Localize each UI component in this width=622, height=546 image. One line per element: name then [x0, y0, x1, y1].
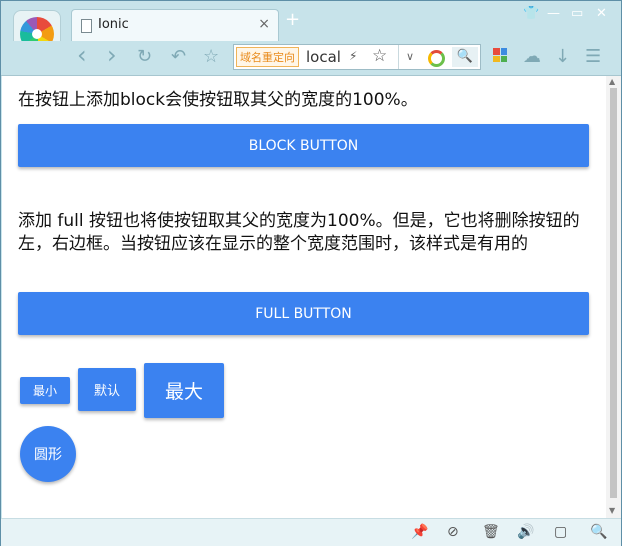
cloud-icon[interactable]: ☁ — [523, 46, 541, 67]
scroll-up-icon[interactable]: ▲ — [609, 77, 615, 86]
trash-icon[interactable]: 🗑 — [482, 524, 500, 540]
default-button[interactable]: 默认 — [78, 368, 136, 411]
round-button[interactable]: 圆形 — [20, 426, 76, 482]
menu-icon[interactable]: ☰ — [585, 46, 601, 67]
skin-icon[interactable]: 👕 — [523, 6, 539, 21]
window-icon[interactable]: ▢ — [554, 524, 567, 540]
small-button[interactable]: 最小 — [20, 377, 70, 404]
reload-icon[interactable]: ↻ — [137, 46, 152, 67]
block-icon[interactable]: ⊘ — [447, 524, 459, 540]
title-bar: Ionic × + 👕 — ▭ ✕ — [1, 1, 621, 58]
undo-icon[interactable]: ↶ — [171, 46, 186, 67]
redirect-badge[interactable]: 域名重定向 — [236, 47, 299, 67]
minimize-button[interactable]: — — [547, 6, 560, 21]
address-dropdown-icon[interactable]: ∨ — [398, 45, 421, 69]
page-icon — [81, 19, 92, 33]
block-button[interactable]: BLOCK BUTTON — [18, 124, 589, 167]
vertical-scrollbar[interactable]: ▲ ▼ — [606, 76, 621, 518]
zoom-icon[interactable]: 🔍 — [590, 524, 607, 540]
page-content: 在按钮上添加block会使按钮取其父的宽度的100%。 BLOCK BUTTON… — [2, 76, 606, 518]
browser-window: Ionic × + 👕 — ▭ ✕ ‹ › ↻ ↶ ☆ 域名重定向 local … — [0, 0, 622, 546]
browser-toolbar: ‹ › ↻ ↶ ☆ 域名重定向 local ⚡ ☆ ∨ 🔍 ☁ ↓ ☰ — [1, 41, 621, 76]
bookmark-star-icon[interactable]: ☆ — [372, 46, 387, 66]
back-icon[interactable]: ‹ — [77, 41, 87, 69]
new-tab-button[interactable]: + — [285, 11, 300, 29]
scroll-down-icon[interactable]: ▼ — [609, 506, 615, 515]
search-engine-icon[interactable] — [428, 50, 445, 67]
scroll-thumb[interactable] — [610, 88, 617, 498]
pin-icon[interactable]: 📌 — [411, 524, 428, 540]
full-button[interactable]: FULL BUTTON — [18, 292, 589, 335]
bolt-icon[interactable]: ⚡ — [349, 49, 357, 63]
address-bar[interactable]: 域名重定向 local ⚡ ☆ ∨ 🔍 — [233, 44, 481, 70]
large-button[interactable]: 最大 — [144, 363, 224, 418]
block-description: 在按钮上添加block会使按钮取其父的宽度的100%。 — [18, 90, 418, 110]
address-text[interactable]: local — [306, 48, 341, 66]
tab-ionic[interactable]: Ionic × — [71, 9, 279, 41]
sound-icon[interactable]: 🔊 — [517, 524, 534, 540]
home-star-icon[interactable]: ☆ — [203, 46, 219, 67]
tab-title: Ionic — [98, 17, 129, 32]
full-description: 添加 full 按钮也将使按钮取其父的宽度为100%。但是，它也将删除按钮的左，… — [18, 211, 580, 254]
search-icon[interactable]: 🔍 — [452, 47, 478, 67]
maximize-button[interactable]: ▭ — [571, 6, 583, 21]
tab-close-icon[interactable]: × — [258, 16, 270, 32]
apps-grid-icon[interactable] — [493, 48, 507, 62]
status-bar: 📌 ⊘ 🗑 🔊 ▢ 🔍 — [1, 518, 621, 546]
forward-icon[interactable]: › — [107, 41, 117, 69]
download-icon[interactable]: ↓ — [555, 46, 570, 67]
close-window-button[interactable]: ✕ — [596, 6, 607, 21]
